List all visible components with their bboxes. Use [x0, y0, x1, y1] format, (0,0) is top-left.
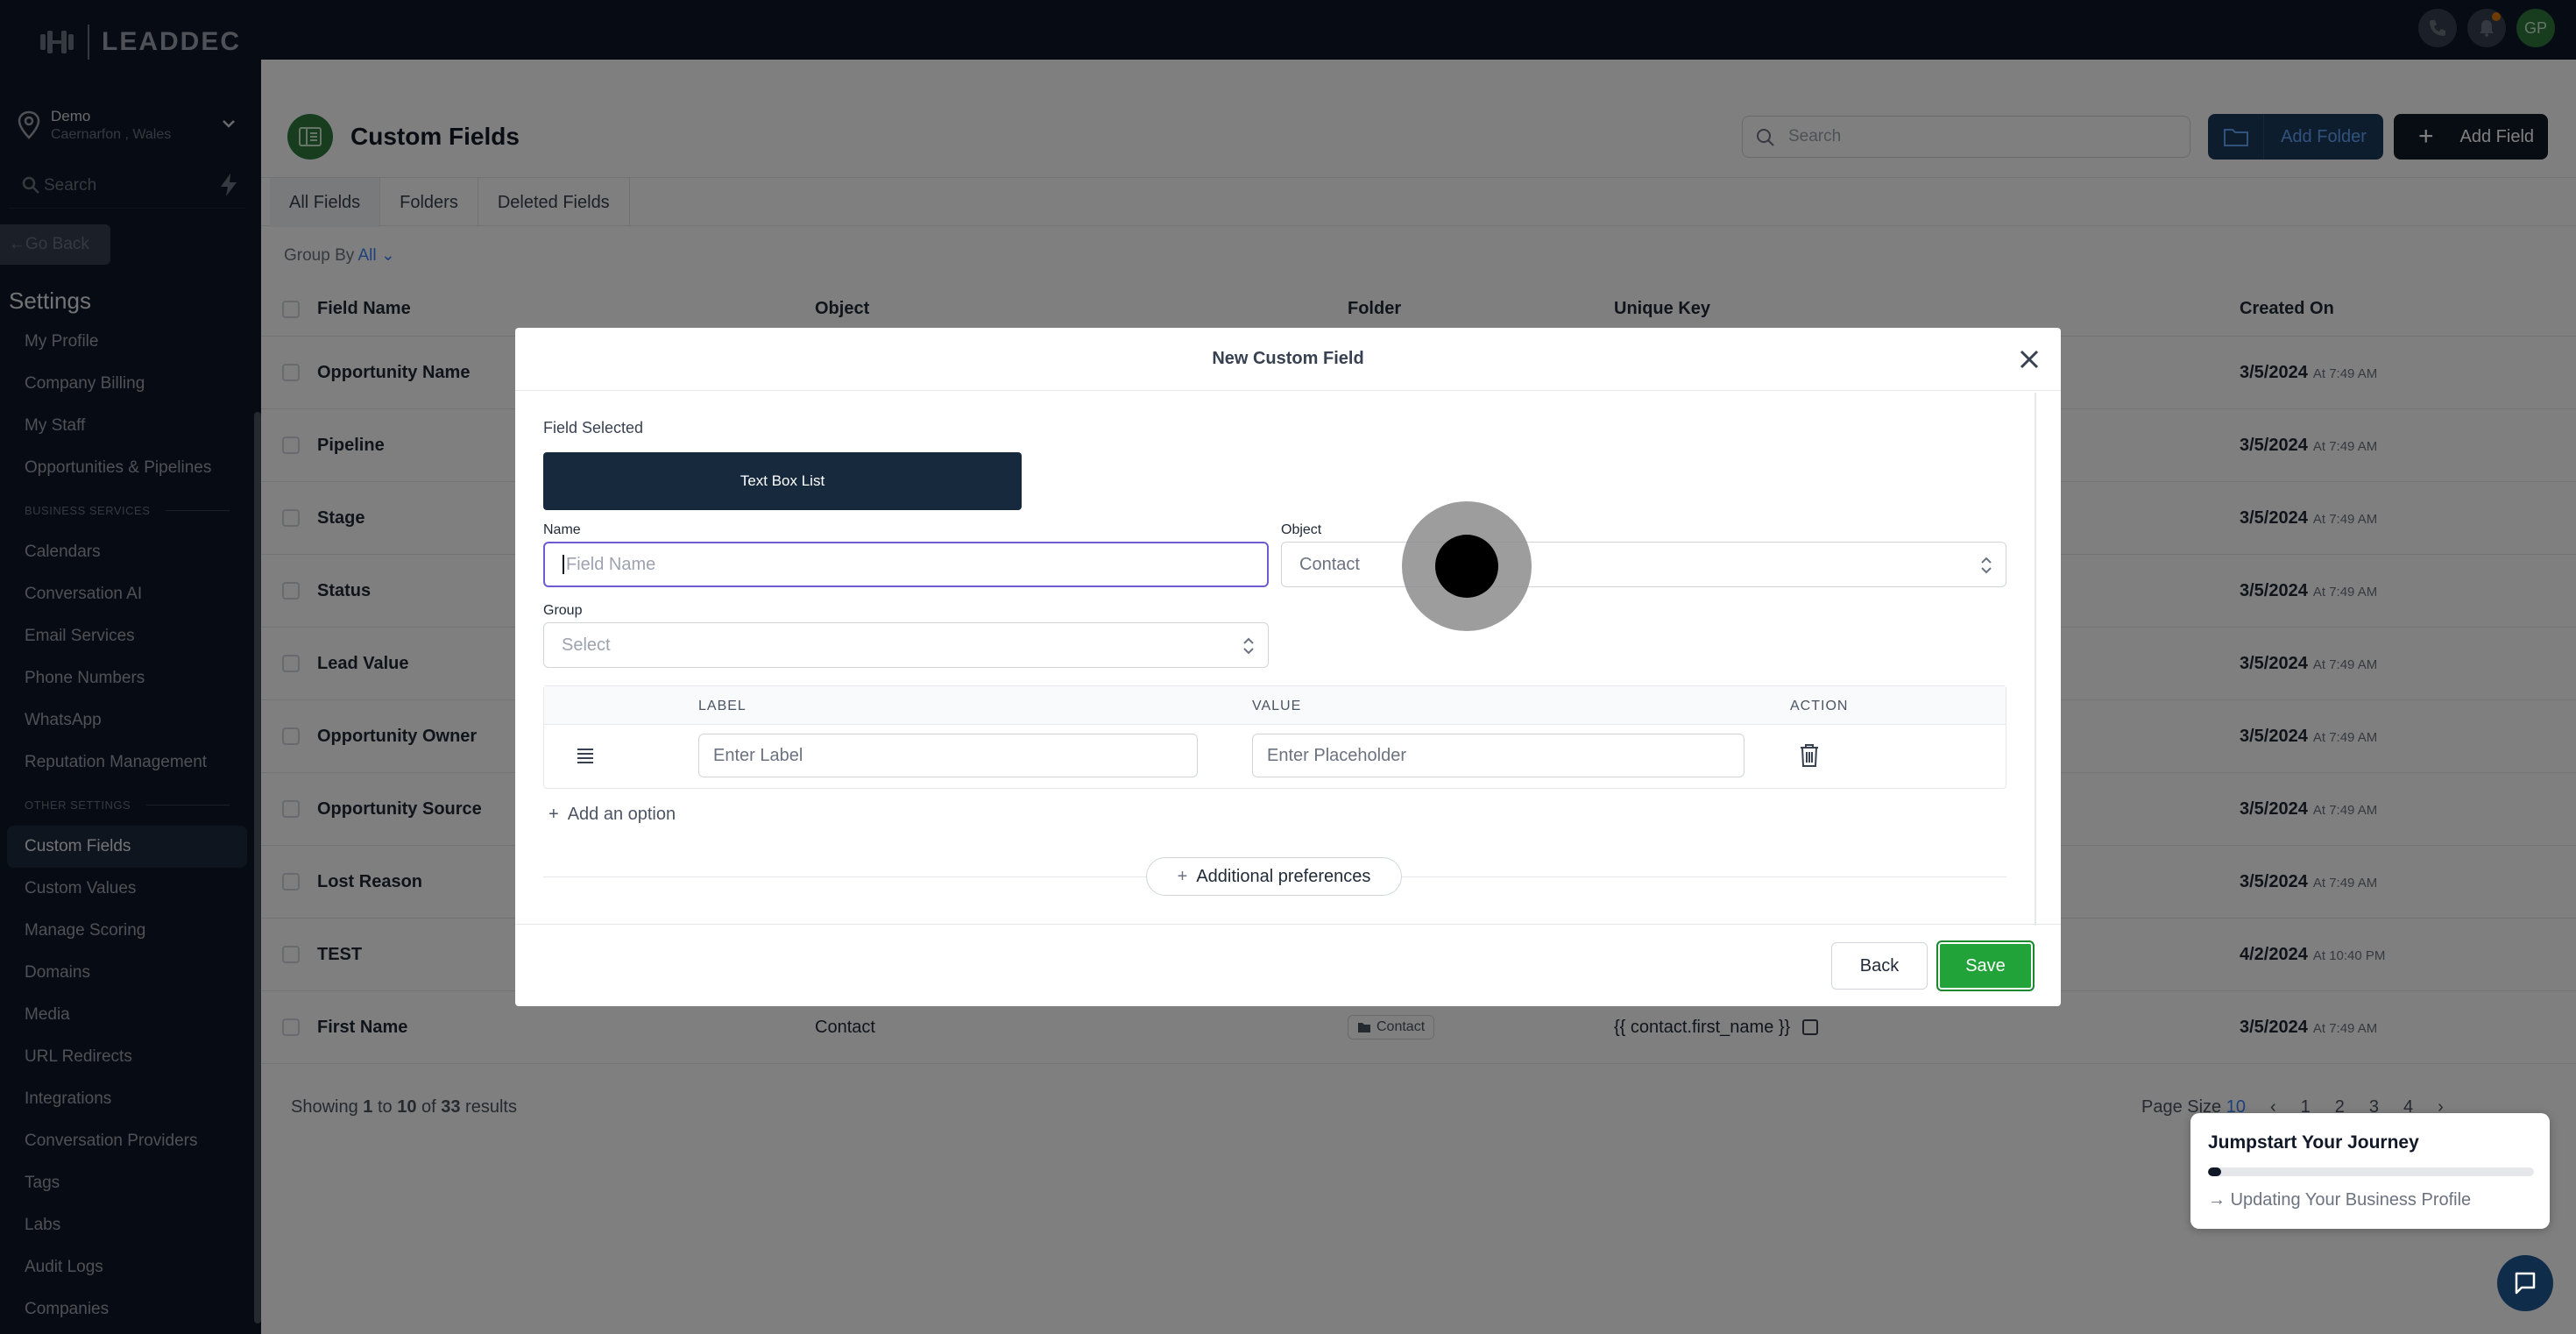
options-table: LABEL VALUE ACTION Enter Label Enter Pla… — [543, 685, 2006, 789]
col-action: ACTION — [1790, 699, 1849, 713]
new-custom-field-modal: New Custom Field Field Selected Text Box… — [515, 328, 2061, 1006]
col-value: VALUE — [1252, 699, 1302, 713]
field-name-input[interactable]: Field Name — [543, 542, 1269, 587]
options-header: LABEL VALUE ACTION — [544, 686, 2006, 725]
select-arrows-icon — [1243, 637, 1254, 655]
jumpstart-title: Jumpstart Your Journey — [2208, 1132, 2419, 1153]
jumpstart-progress-bar — [2208, 1167, 2534, 1176]
plus-icon: + — [548, 805, 559, 824]
cursor-dot — [1435, 535, 1498, 598]
additional-preferences-button[interactable]: + Additional preferences — [1146, 857, 1402, 896]
name-label: Name — [543, 522, 581, 537]
jumpstart-widget[interactable]: Jumpstart Your Journey → Updating Your B… — [2190, 1113, 2550, 1229]
field-type-selected[interactable]: Text Box List — [543, 452, 1022, 510]
option-value-input[interactable]: Enter Placeholder — [1252, 734, 1744, 777]
select-arrows-icon — [1981, 557, 1992, 574]
add-option-label: Add an option — [567, 805, 676, 824]
modal-header: New Custom Field — [515, 328, 2061, 391]
modal-scrollbar[interactable] — [2035, 393, 2036, 926]
trash-icon[interactable] — [1797, 742, 1822, 769]
col-label: LABEL — [698, 699, 747, 713]
save-button[interactable]: Save — [1936, 940, 2035, 991]
additional-preferences-label: Additional preferences — [1196, 866, 1371, 886]
modal-footer: Back Save — [515, 924, 2061, 1006]
add-option-button[interactable]: + Add an option — [548, 805, 676, 825]
field-selected-label: Field Selected — [543, 419, 644, 436]
arrow-right-icon: → — [2208, 1190, 2226, 1210]
option-value-placeholder: Enter Placeholder — [1267, 745, 1406, 765]
chat-widget-button[interactable] — [2497, 1255, 2553, 1311]
text-caret — [563, 555, 564, 574]
object-value: Contact — [1299, 554, 1360, 574]
option-row: Enter Label Enter Placeholder — [544, 725, 2006, 790]
field-name-placeholder: Field Name — [566, 554, 656, 574]
object-select[interactable]: Contact — [1281, 542, 2006, 587]
chat-bubble-icon — [2515, 1272, 2536, 1295]
jumpstart-step-label: Updating Your Business Profile — [2230, 1190, 2472, 1210]
object-label: Object — [1281, 522, 1322, 537]
jumpstart-step[interactable]: → Updating Your Business Profile — [2208, 1190, 2471, 1210]
modal-title: New Custom Field — [1212, 349, 1364, 368]
option-label-input[interactable]: Enter Label — [698, 734, 1198, 777]
group-label: Group — [543, 603, 583, 618]
group-select[interactable]: Select — [543, 622, 1269, 668]
close-icon[interactable] — [2017, 347, 2042, 372]
group-placeholder: Select — [562, 635, 611, 655]
option-label-placeholder: Enter Label — [713, 745, 803, 765]
drag-handle-icon[interactable] — [576, 747, 595, 764]
jumpstart-progress-fill — [2208, 1167, 2221, 1176]
back-button[interactable]: Back — [1831, 942, 1928, 990]
plus-icon: + — [1177, 866, 1188, 886]
